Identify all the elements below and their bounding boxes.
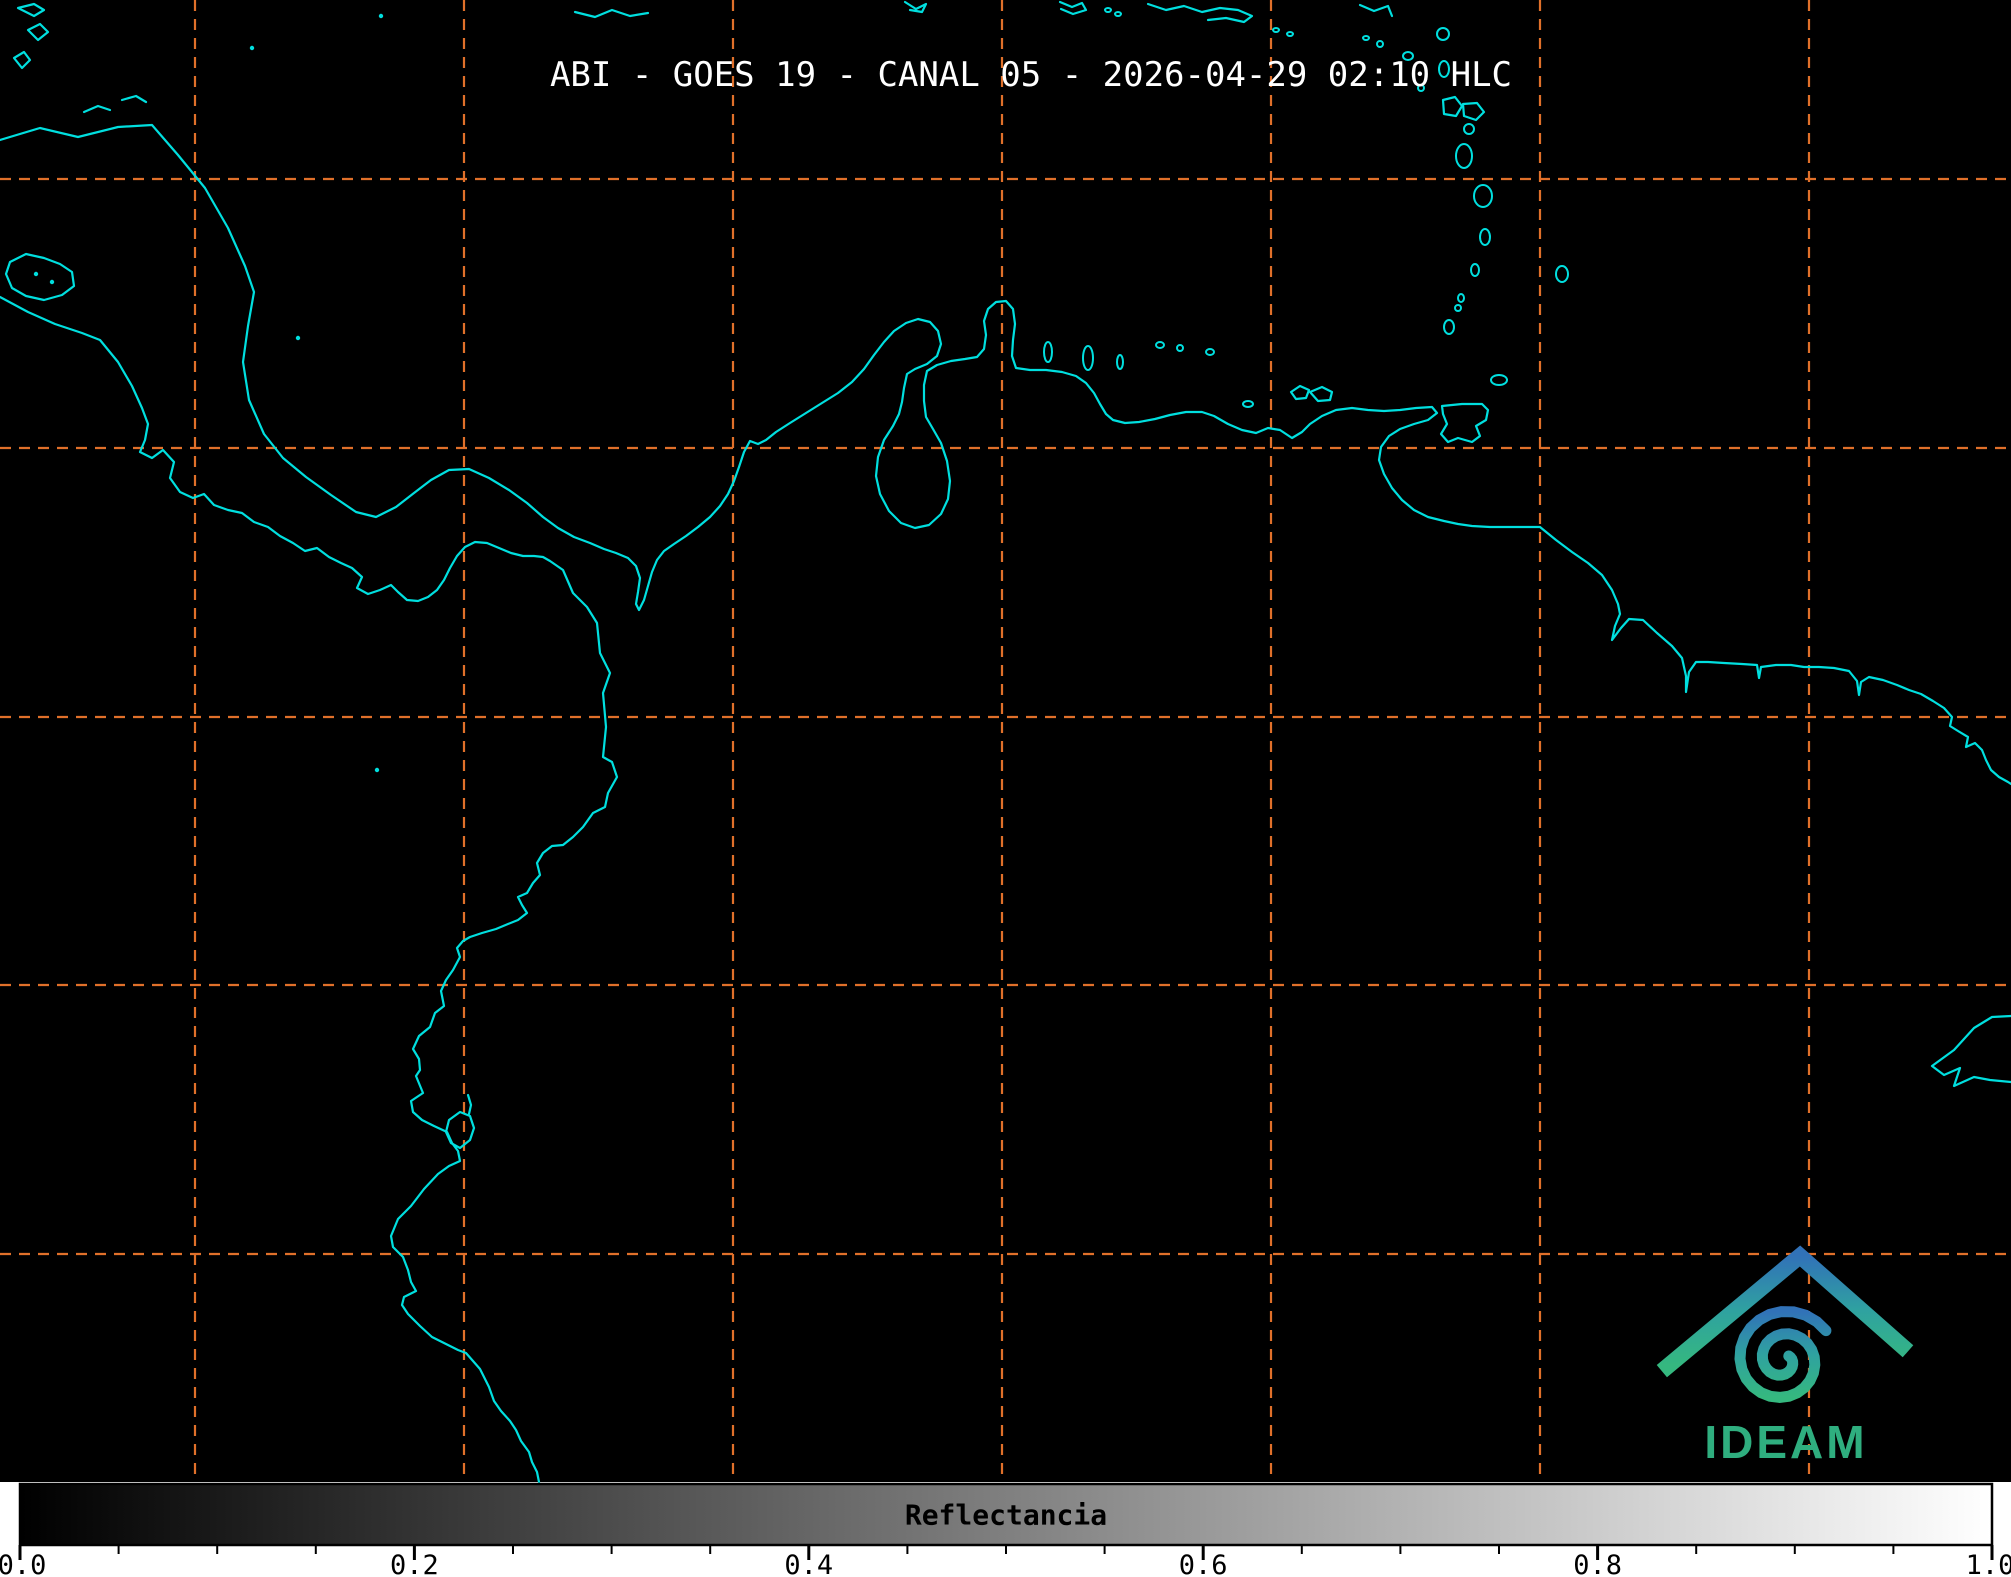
islet-dot (34, 272, 38, 276)
islet-dot (296, 336, 300, 340)
colorbar-tick-label: 0.4 (784, 1550, 833, 1577)
colorbar-tick-label: 0.6 (1179, 1550, 1228, 1577)
colorbar-tick-label: 0.0 (0, 1550, 46, 1577)
colorbar-tick-label: 0.2 (390, 1550, 439, 1577)
colorbar-tick-label: 0.8 (1573, 1550, 1622, 1577)
colorbar-tick-label: 1.0 (1966, 1550, 2011, 1577)
map-title: ABI - GOES 19 - CANAL 05 - 2026-04-29 02… (550, 55, 1512, 95)
satellite-viewer: ABI - GOES 19 - CANAL 05 - 2026-04-29 02… (0, 0, 2011, 1577)
islet-dot (375, 768, 379, 772)
islet-dot (250, 46, 254, 50)
satellite-map-figure: ABI - GOES 19 - CANAL 05 - 2026-04-29 02… (0, 0, 2011, 1577)
logo-text: IDEAM (1704, 1416, 1867, 1468)
map-background (0, 0, 2011, 1482)
islet-dot (50, 280, 54, 284)
islet-dot (379, 14, 383, 18)
colorbar-label: Reflectancia (905, 1499, 1107, 1532)
